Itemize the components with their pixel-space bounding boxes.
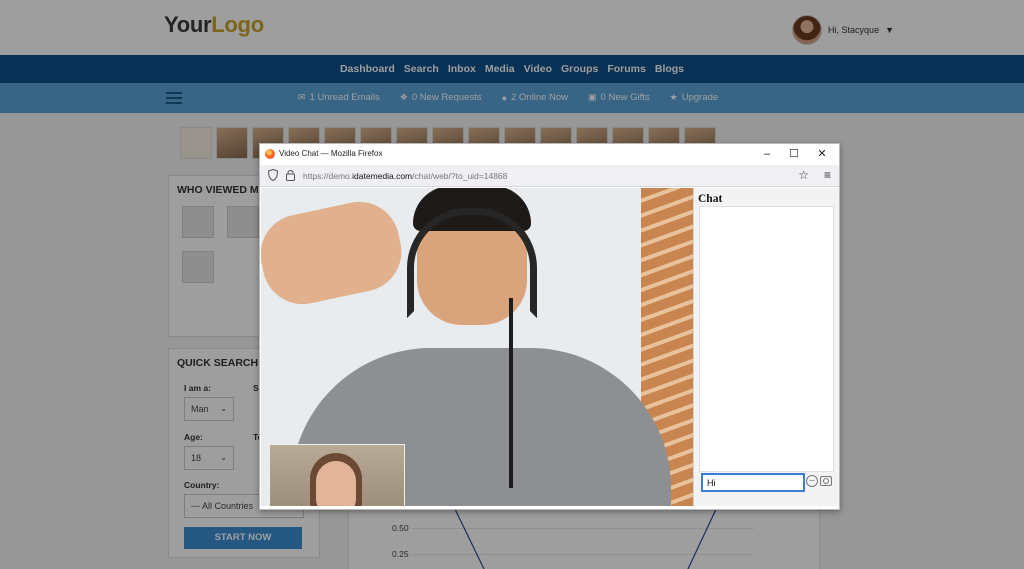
self-face (316, 461, 356, 506)
remote-video-feed (261, 188, 693, 506)
chat-messages[interactable] (699, 206, 834, 472)
shield-icon (268, 169, 278, 181)
bookmark-star-icon[interactable]: ☆ (798, 168, 809, 182)
window-title: Video Chat — Mozilla Firefox (279, 149, 383, 158)
emoji-icon[interactable]: ∼ (806, 475, 818, 487)
close-button[interactable]: ✕ (810, 146, 834, 162)
firefox-icon (265, 149, 275, 159)
waving-hand (261, 194, 409, 312)
chat-title: Chat (698, 193, 723, 205)
video-chat-window: Video Chat — Mozilla Firefox – ☐ ✕ https… (259, 143, 840, 510)
window-titlebar[interactable]: Video Chat — Mozilla Firefox – ☐ ✕ (260, 144, 839, 165)
minimize-button[interactable]: – (755, 146, 779, 162)
camera-icon[interactable] (820, 476, 832, 486)
url-text[interactable]: https://demo.idatemedia.com/chat/web/?to… (303, 171, 507, 181)
maximize-button[interactable]: ☐ (782, 146, 806, 162)
self-video-preview (269, 444, 405, 506)
address-bar[interactable]: https://demo.idatemedia.com/chat/web/?to… (260, 165, 839, 187)
chat-panel: Chat ∼ (693, 188, 839, 506)
headset-cable (509, 298, 513, 488)
menu-icon[interactable]: ≡ (824, 168, 831, 182)
lock-icon (286, 170, 295, 181)
headset-icon (407, 208, 537, 318)
chat-input[interactable] (701, 473, 805, 492)
